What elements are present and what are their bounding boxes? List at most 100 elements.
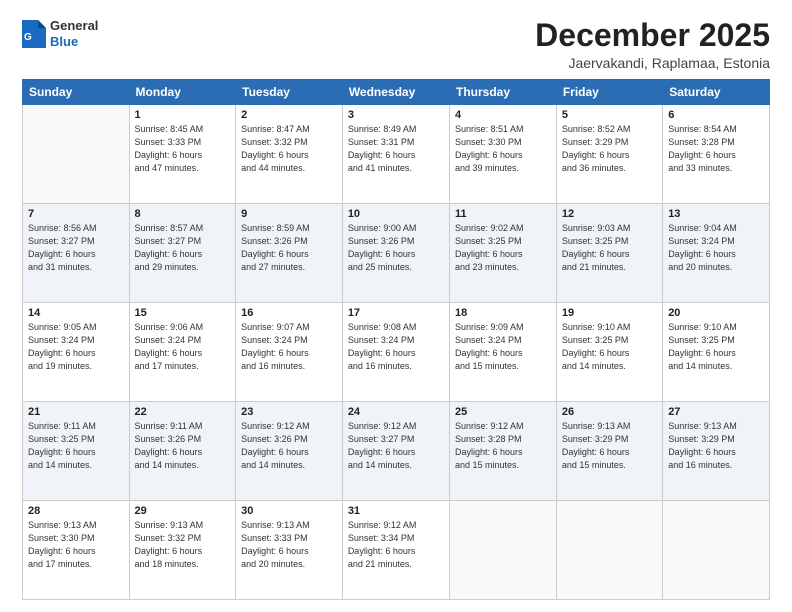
day-number: 30 — [241, 505, 337, 517]
day-info: Sunrise: 8:45 AM Sunset: 3:33 PM Dayligh… — [135, 123, 231, 175]
day-number: 16 — [241, 307, 337, 319]
day-number: 21 — [28, 406, 124, 418]
day-info: Sunrise: 9:12 AM Sunset: 3:27 PM Dayligh… — [348, 420, 444, 472]
svg-text:G: G — [24, 32, 32, 43]
calendar-week-row: 14 Sunrise: 9:05 AM Sunset: 3:24 PM Dayli… — [23, 303, 770, 402]
calendar-cell: 5Sunrise: 8:52 AM Sunset: 3:29 PM Daylig… — [556, 105, 662, 204]
calendar-cell: 20 Sunrise: 9:10 AM Sunset: 3:25 PM Dayli… — [663, 303, 770, 402]
calendar-cell: 16 Sunrise: 9:07 AM Sunset: 3:24 PM Dayli… — [236, 303, 343, 402]
day-info: Sunrise: 8:57 AM Sunset: 3:27 PM Dayligh… — [135, 222, 231, 274]
calendar-cell: 19 Sunrise: 9:10 AM Sunset: 3:25 PM Dayli… — [556, 303, 662, 402]
calendar-header-row: SundayMondayTuesdayWednesdayThursdayFrid… — [23, 80, 770, 105]
day-number: 11 — [455, 208, 551, 220]
calendar-cell: 24 Sunrise: 9:12 AM Sunset: 3:27 PM Dayli… — [342, 402, 449, 501]
page: G General Blue December 2025 Jaervakandi… — [0, 0, 792, 612]
calendar-cell: 31 Sunrise: 9:12 AM Sunset: 3:34 PM Dayli… — [342, 501, 449, 600]
day-info: Sunrise: 9:07 AM Sunset: 3:24 PM Dayligh… — [241, 321, 337, 373]
day-number: 1 — [135, 109, 231, 121]
day-number: 6 — [668, 109, 764, 121]
day-number: 8 — [135, 208, 231, 220]
logo: G General Blue — [22, 18, 98, 49]
day-number: 17 — [348, 307, 444, 319]
day-info: Sunrise: 9:06 AM Sunset: 3:24 PM Dayligh… — [135, 321, 231, 373]
calendar-week-row: 28 Sunrise: 9:13 AM Sunset: 3:30 PM Dayli… — [23, 501, 770, 600]
calendar-cell: 14 Sunrise: 9:05 AM Sunset: 3:24 PM Dayli… — [23, 303, 130, 402]
day-info: Sunrise: 9:13 AM Sunset: 3:33 PM Dayligh… — [241, 519, 337, 571]
day-info: Sunrise: 8:51 AM Sunset: 3:30 PM Dayligh… — [455, 123, 551, 175]
day-info: Sunrise: 9:13 AM Sunset: 3:30 PM Dayligh… — [28, 519, 124, 571]
day-number: 14 — [28, 307, 124, 319]
day-number: 28 — [28, 505, 124, 517]
day-info: Sunrise: 9:10 AM Sunset: 3:25 PM Dayligh… — [562, 321, 657, 373]
calendar-cell: 29 Sunrise: 9:13 AM Sunset: 3:32 PM Dayli… — [129, 501, 236, 600]
calendar-cell: 3 Sunrise: 8:49 AM Sunset: 3:31 PM Daylig… — [342, 105, 449, 204]
calendar-cell: 8 Sunrise: 8:57 AM Sunset: 3:27 PM Daylig… — [129, 204, 236, 303]
header: G General Blue December 2025 Jaervakandi… — [22, 18, 770, 71]
day-number: 15 — [135, 307, 231, 319]
calendar-cell: 17Sunrise: 9:08 AM Sunset: 3:24 PM Dayli… — [342, 303, 449, 402]
calendar-cell — [450, 501, 557, 600]
day-info: Sunrise: 9:05 AM Sunset: 3:24 PM Dayligh… — [28, 321, 124, 373]
day-info: Sunrise: 9:13 AM Sunset: 3:29 PM Dayligh… — [562, 420, 657, 472]
day-number: 22 — [135, 406, 231, 418]
calendar-cell: 4 Sunrise: 8:51 AM Sunset: 3:30 PM Daylig… — [450, 105, 557, 204]
day-number: 23 — [241, 406, 337, 418]
day-info: Sunrise: 9:10 AM Sunset: 3:25 PM Dayligh… — [668, 321, 764, 373]
day-number: 19 — [562, 307, 657, 319]
day-number: 24 — [348, 406, 444, 418]
day-number: 4 — [455, 109, 551, 121]
calendar-cell: 27 Sunrise: 9:13 AM Sunset: 3:29 PM Dayli… — [663, 402, 770, 501]
day-info: Sunrise: 9:02 AM Sunset: 3:25 PM Dayligh… — [455, 222, 551, 274]
day-number: 26 — [562, 406, 657, 418]
col-header-wednesday: Wednesday — [342, 80, 449, 105]
day-info: Sunrise: 9:09 AM Sunset: 3:24 PM Dayligh… — [455, 321, 551, 373]
day-number: 5 — [562, 109, 657, 121]
calendar-cell: 30 Sunrise: 9:13 AM Sunset: 3:33 PM Dayli… — [236, 501, 343, 600]
day-number: 9 — [241, 208, 337, 220]
location-subtitle: Jaervakandi, Raplamaa, Estonia — [535, 55, 770, 71]
day-number: 29 — [135, 505, 231, 517]
calendar-cell: 6 Sunrise: 8:54 AM Sunset: 3:28 PM Daylig… — [663, 105, 770, 204]
day-number: 25 — [455, 406, 551, 418]
day-info: Sunrise: 8:49 AM Sunset: 3:31 PM Dayligh… — [348, 123, 444, 175]
day-number: 20 — [668, 307, 764, 319]
month-title: December 2025 — [535, 18, 770, 53]
day-info: Sunrise: 9:00 AM Sunset: 3:26 PM Dayligh… — [348, 222, 444, 274]
logo-text: General Blue — [50, 18, 98, 49]
col-header-friday: Friday — [556, 80, 662, 105]
day-info: Sunrise: 9:13 AM Sunset: 3:29 PM Dayligh… — [668, 420, 764, 472]
day-info: Sunrise: 9:11 AM Sunset: 3:25 PM Dayligh… — [28, 420, 124, 472]
logo-blue: Blue — [50, 34, 98, 50]
day-info: Sunrise: 9:04 AM Sunset: 3:24 PM Dayligh… — [668, 222, 764, 274]
title-block: December 2025 Jaervakandi, Raplamaa, Est… — [535, 18, 770, 71]
calendar-cell: 7Sunrise: 8:56 AM Sunset: 3:27 PM Daylig… — [23, 204, 130, 303]
logo-general: General — [50, 18, 98, 34]
day-info: Sunrise: 9:13 AM Sunset: 3:32 PM Dayligh… — [135, 519, 231, 571]
calendar-cell: 25Sunrise: 9:12 AM Sunset: 3:28 PM Dayli… — [450, 402, 557, 501]
calendar-cell: 18Sunrise: 9:09 AM Sunset: 3:24 PM Dayli… — [450, 303, 557, 402]
col-header-thursday: Thursday — [450, 80, 557, 105]
col-header-saturday: Saturday — [663, 80, 770, 105]
calendar-table: SundayMondayTuesdayWednesdayThursdayFrid… — [22, 79, 770, 600]
day-number: 27 — [668, 406, 764, 418]
calendar-cell — [556, 501, 662, 600]
day-number: 12 — [562, 208, 657, 220]
col-header-sunday: Sunday — [23, 80, 130, 105]
calendar-cell: 12Sunrise: 9:03 AM Sunset: 3:25 PM Dayli… — [556, 204, 662, 303]
calendar-cell — [23, 105, 130, 204]
day-info: Sunrise: 8:54 AM Sunset: 3:28 PM Dayligh… — [668, 123, 764, 175]
col-header-tuesday: Tuesday — [236, 80, 343, 105]
day-number: 3 — [348, 109, 444, 121]
day-info: Sunrise: 9:11 AM Sunset: 3:26 PM Dayligh… — [135, 420, 231, 472]
day-number: 31 — [348, 505, 444, 517]
calendar-cell: 1 Sunrise: 8:45 AM Sunset: 3:33 PM Daylig… — [129, 105, 236, 204]
calendar-cell: 9Sunrise: 8:59 AM Sunset: 3:26 PM Daylig… — [236, 204, 343, 303]
day-number: 13 — [668, 208, 764, 220]
day-number: 2 — [241, 109, 337, 121]
calendar-cell: 15 Sunrise: 9:06 AM Sunset: 3:24 PM Dayli… — [129, 303, 236, 402]
calendar-cell — [663, 501, 770, 600]
calendar-cell: 28 Sunrise: 9:13 AM Sunset: 3:30 PM Dayli… — [23, 501, 130, 600]
calendar-week-row: 7Sunrise: 8:56 AM Sunset: 3:27 PM Daylig… — [23, 204, 770, 303]
day-info: Sunrise: 9:12 AM Sunset: 3:34 PM Dayligh… — [348, 519, 444, 571]
calendar-cell: 26 Sunrise: 9:13 AM Sunset: 3:29 PM Dayli… — [556, 402, 662, 501]
